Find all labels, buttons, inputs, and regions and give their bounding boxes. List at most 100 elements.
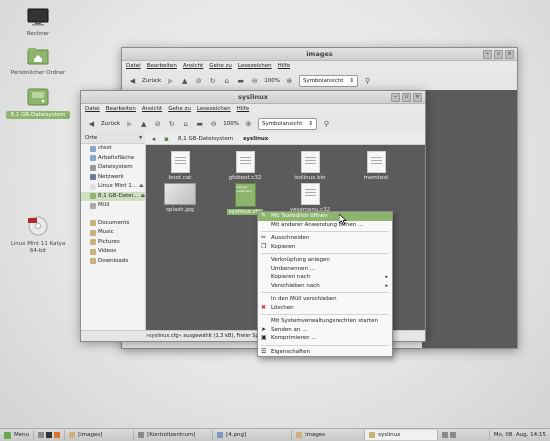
sidebar-item-linuxmint[interactable]: Linux Mint 1... ⏏	[81, 182, 145, 192]
reload-icon[interactable]: ↻	[167, 120, 176, 129]
menu-item-rename[interactable]: Umbenennen ...	[258, 265, 392, 274]
reload-icon[interactable]: ↻	[208, 77, 217, 86]
menu-datei[interactable]: Datei	[85, 104, 100, 114]
taskbar-item-kontrollzentrum[interactable]: [Kontrollzentrum]	[133, 430, 212, 440]
menu-item-copy[interactable]: ❐ Kopieren	[258, 243, 392, 252]
menu-ansicht[interactable]: Ansicht	[142, 104, 162, 114]
sidebar-header[interactable]: Orte ▾	[81, 133, 145, 144]
file-item[interactable]: isolinux.bin	[281, 151, 339, 181]
window-titlebar[interactable]: syslinux – ▫ ×	[81, 91, 425, 104]
sidebar-item-documents[interactable]: Documents	[81, 219, 145, 229]
menu-item-move-to-trash[interactable]: In den Müll verschieben	[258, 295, 392, 304]
taskbar-item-images-bracket[interactable]: [images]	[64, 430, 133, 440]
eject-icon[interactable]: ⏏	[140, 192, 145, 202]
search-icon[interactable]: ⚲	[322, 120, 331, 129]
eject-icon[interactable]: ⏏	[139, 182, 144, 192]
menu-datei[interactable]: Datei	[126, 61, 141, 71]
window-titlebar[interactable]: images – ▫ ×	[122, 48, 517, 61]
desktop-icon-rechner[interactable]: Rechner	[6, 8, 70, 37]
taskbar-item-images[interactable]: images	[291, 430, 364, 440]
menu-lesezeichen[interactable]: Lesezeichen	[238, 61, 272, 71]
menu-hilfe[interactable]: Hilfe	[237, 104, 250, 114]
sidebar-item-desktop[interactable]: Arbeitsfläche	[81, 154, 145, 164]
terminal-icon[interactable]	[46, 432, 53, 438]
view-mode-select[interactable]: Symbolansicht ⇕	[298, 75, 358, 87]
stop-icon[interactable]: ⊘	[153, 120, 162, 129]
browser-icon[interactable]	[54, 432, 61, 438]
file-item[interactable]: memtest	[347, 151, 405, 181]
taskbar-item-syslinux[interactable]: syslinux	[364, 430, 438, 440]
menu-item-open-texteditor[interactable]: ✎ Mit Texteditor öffnen	[258, 212, 392, 221]
file-name: boot.cat	[168, 175, 192, 181]
view-mode-select[interactable]: Symbolansicht ⇕	[257, 118, 317, 130]
computer-icon[interactable]: ▬	[236, 77, 245, 86]
menu-ansicht[interactable]: Ansicht	[183, 61, 203, 71]
menu-item-compress[interactable]: ▣ Komprimieren ...	[258, 334, 392, 343]
taskbar-item-4png[interactable]: [4.png]	[212, 430, 291, 440]
search-icon[interactable]: ⚲	[363, 77, 372, 86]
menu-hilfe[interactable]: Hilfe	[278, 61, 291, 71]
sidebar-item-music[interactable]: Music	[81, 228, 145, 238]
menu-separator	[261, 344, 389, 346]
clock[interactable]: Mo, 08. Aug, 14:15	[488, 430, 550, 440]
zoom-in-icon[interactable]: ⊕	[244, 120, 253, 129]
sidebar-item-downloads[interactable]: Downloads	[81, 257, 145, 267]
file-item[interactable]: gfxboot.c32	[216, 151, 274, 181]
sidebar-item-pictures[interactable]: Pictures	[81, 238, 145, 248]
file-item[interactable]: splash.jpg	[151, 183, 209, 213]
menu-item-cut[interactable]: ✂ Ausschneiden	[258, 234, 392, 243]
computer-icon[interactable]: ▬	[195, 120, 204, 129]
file-item[interactable]: vesamenu.c32	[281, 183, 339, 213]
desktop-icon-dvd[interactable]: Linux Mint 11 Katya 64-bit	[6, 216, 70, 255]
sidebar-item-videos[interactable]: Videos	[81, 247, 145, 257]
menu-item-copy-to[interactable]: Kopieren nach ▸	[258, 273, 392, 282]
volume-icon[interactable]	[450, 432, 457, 438]
menu-bearbeiten[interactable]: Bearbeiten	[147, 61, 177, 71]
network-tray-icon[interactable]	[442, 432, 449, 438]
maximize-button[interactable]: ▫	[494, 50, 503, 59]
start-menu-button[interactable]: Menu	[0, 430, 33, 440]
sidebar-item-network[interactable]: Netzwerk	[81, 173, 145, 183]
menu-item-send-to[interactable]: ➤ Senden an ...	[258, 326, 392, 335]
zoom-out-icon[interactable]: ⊖	[250, 77, 259, 86]
minimize-button[interactable]: –	[391, 93, 400, 102]
menu-bearbeiten[interactable]: Bearbeiten	[106, 104, 136, 114]
zoom-out-icon[interactable]: ⊖	[209, 120, 218, 129]
file-item[interactable]: boot.cat	[151, 151, 209, 181]
menu-gehe-zu[interactable]: Gehe zu	[209, 61, 232, 71]
menu-item-move-to[interactable]: Verschieben nach ▸	[258, 282, 392, 291]
chevron-left-icon[interactable]: ◂	[149, 134, 158, 143]
desktop-icon-drive[interactable]: 8,1 GB-Dateisystem	[6, 88, 70, 119]
up-arrow-icon[interactable]: ▲	[139, 120, 148, 129]
maximize-button[interactable]: ▫	[402, 93, 411, 102]
back-label[interactable]: Zurück	[101, 121, 120, 127]
up-arrow-icon[interactable]: ▲	[180, 77, 189, 86]
close-button[interactable]: ×	[505, 50, 514, 59]
home-icon[interactable]: ⌂	[222, 77, 231, 86]
sidebar-item-trash[interactable]: Müll	[81, 201, 145, 211]
zoom-in-icon[interactable]: ⊕	[285, 77, 294, 86]
back-arrow-icon[interactable]: ◀	[87, 120, 96, 129]
home-icon[interactable]: ⌂	[181, 120, 190, 129]
sidebar-item-ctest[interactable]: ctest	[81, 144, 145, 154]
desktop-icon-home[interactable]: Persönlicher Ordner	[6, 47, 70, 76]
breadcrumb-drive[interactable]: 8,1 GB-Dateisystem	[175, 136, 236, 142]
forward-arrow-icon[interactable]: ▶	[125, 120, 134, 129]
show-desktop-icon[interactable]	[38, 432, 45, 438]
menu-item-delete[interactable]: ✖ Löschen	[258, 304, 392, 313]
breadcrumb-syslinux[interactable]: syslinux	[240, 136, 271, 142]
forward-arrow-icon[interactable]: ▶	[166, 77, 175, 86]
menu-item-open-with[interactable]: Mit anderer Anwendung öffnen ...	[258, 221, 392, 230]
menu-item-run-as-admin[interactable]: Mit Systemverwaltungsrechten starten	[258, 317, 392, 326]
minimize-button[interactable]: –	[483, 50, 492, 59]
back-label[interactable]: Zurück	[142, 78, 161, 84]
close-button[interactable]: ×	[413, 93, 422, 102]
menu-lesezeichen[interactable]: Lesezeichen	[197, 104, 231, 114]
menu-item-create-link[interactable]: Verknüpfung anlegen	[258, 256, 392, 265]
sidebar-item-filesystem[interactable]: Dateisystem	[81, 163, 145, 173]
back-arrow-icon[interactable]: ◀	[128, 77, 137, 86]
menu-gehe-zu[interactable]: Gehe zu	[168, 104, 191, 114]
menu-item-properties[interactable]: ☰ Eigenschaften	[258, 348, 392, 357]
sidebar-item-drive[interactable]: 8,1 GB-Datei... ⏏	[81, 191, 145, 202]
stop-icon[interactable]: ⊘	[194, 77, 203, 86]
